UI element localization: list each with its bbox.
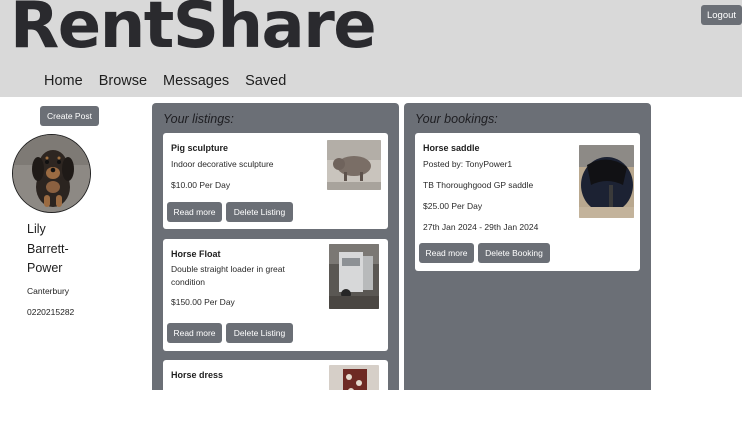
listing-card: Horse Float Double straight loader in gr… — [163, 239, 388, 351]
header: RentShare Home Browse Messages Saved Log… — [0, 0, 742, 97]
profile-phone: 0220215282 — [27, 307, 75, 317]
nav-saved[interactable]: Saved — [245, 73, 286, 89]
listing-card: Pig sculpture Indoor decorative sculptur… — [163, 133, 388, 229]
booking-card: Horse saddle Posted by: TonyPower1 TB Th… — [415, 133, 640, 271]
horse-saddle-image — [579, 145, 634, 218]
listing-title: Horse dress — [171, 370, 224, 380]
listing-description: Indoor decorative sculpture — [171, 159, 274, 169]
dog-photo-icon — [13, 135, 90, 212]
delete-booking-button[interactable]: Delete Booking — [478, 243, 550, 263]
horse-dress-image — [329, 365, 379, 390]
booking-title: Horse saddle — [423, 143, 480, 153]
pig-sculpture-image — [327, 140, 381, 190]
nav-browse[interactable]: Browse — [99, 73, 147, 89]
listing-title: Horse Float — [171, 249, 221, 259]
profile-name: Lily Barrett-Power — [27, 222, 69, 275]
booking-price: $25.00 Per Day — [423, 201, 483, 211]
booking-posted-by: Posted by: TonyPower1 — [423, 159, 513, 169]
read-more-button[interactable]: Read more — [167, 323, 222, 343]
listing-price: $10.00 Per Day — [171, 180, 231, 190]
bookings-panel: Your bookings: Horse saddle Posted by: T… — [404, 103, 651, 390]
listing-card: Horse dress — [163, 360, 388, 390]
nav-messages[interactable]: Messages — [163, 73, 229, 89]
delete-listing-button[interactable]: Delete Listing — [226, 202, 293, 222]
horse-float-image — [329, 244, 379, 309]
delete-listing-button[interactable]: Delete Listing — [226, 323, 293, 343]
avatar — [12, 134, 91, 213]
logout-button[interactable]: Logout — [701, 5, 742, 25]
booking-dates: 27th Jan 2024 - 29th Jan 2024 — [423, 222, 539, 232]
listing-title: Pig sculpture — [171, 143, 229, 153]
bookings-title: Your bookings: — [415, 112, 498, 126]
booking-description: TB Thoroughgood GP saddle — [423, 180, 534, 190]
read-more-button[interactable]: Read more — [167, 202, 222, 222]
nav-home[interactable]: Home — [44, 73, 83, 89]
main-nav: Home Browse Messages Saved — [44, 73, 286, 89]
listing-description: Double straight loader in great conditio… — [171, 264, 285, 287]
create-post-button[interactable]: Create Post — [40, 106, 99, 126]
listings-title: Your listings: — [163, 112, 234, 126]
profile-location: Canterbury — [27, 286, 70, 296]
listings-panel: Your listings: Pig sculpture Indoor deco… — [152, 103, 399, 390]
listing-price: $150.00 Per Day — [171, 297, 235, 307]
site-logo[interactable]: RentShare — [10, 0, 377, 58]
read-more-button[interactable]: Read more — [419, 243, 474, 263]
